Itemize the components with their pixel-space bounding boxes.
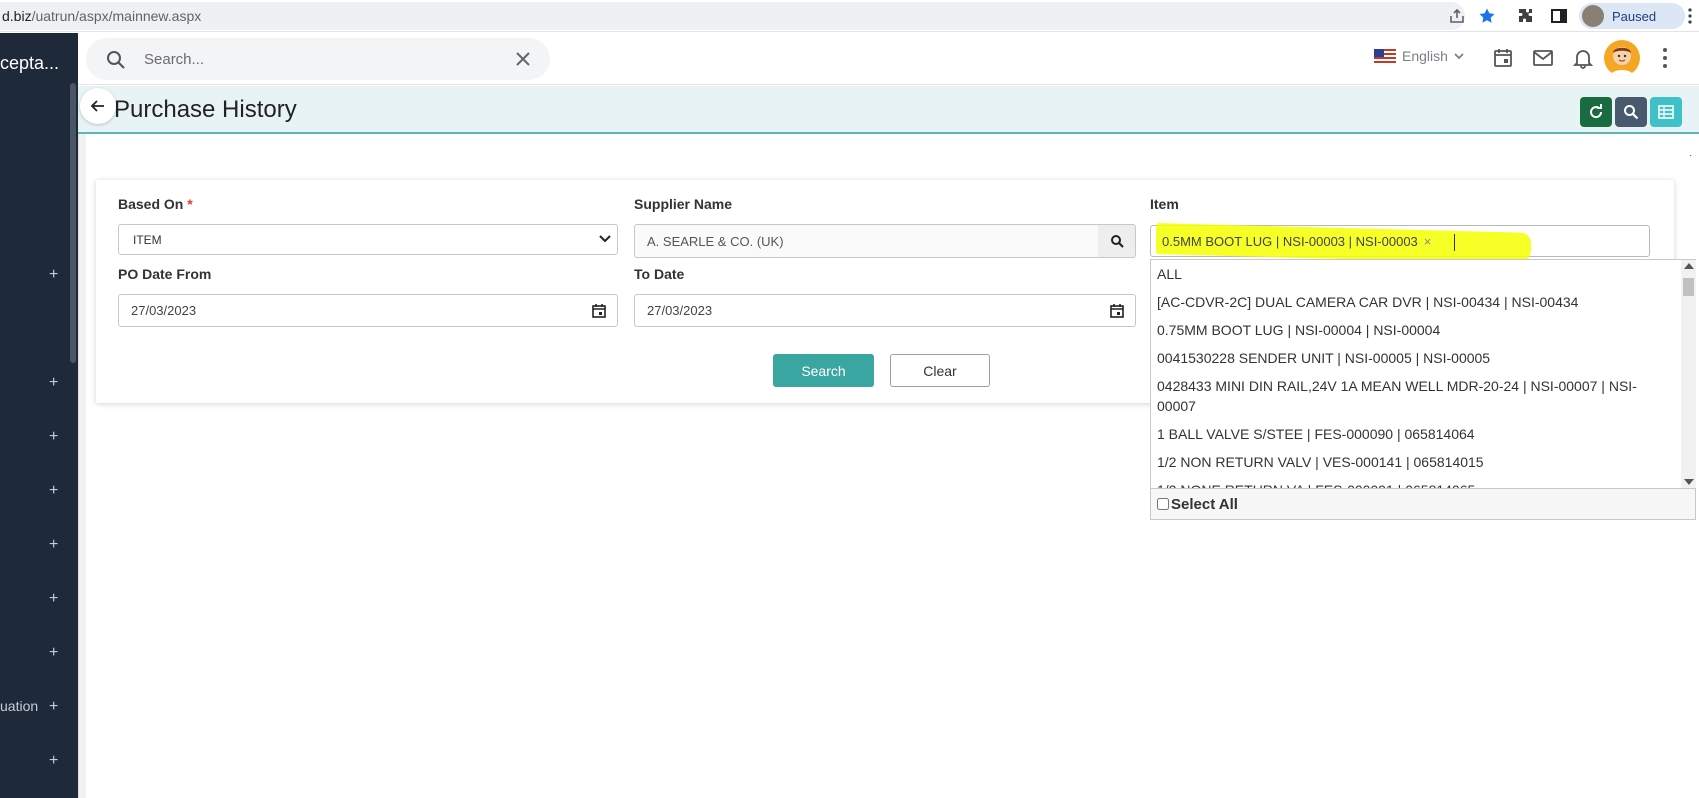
sidebar-expand-icon[interactable]: + (49, 482, 58, 500)
search-input[interactable] (144, 49, 474, 69)
search-button[interactable]: Search (773, 354, 874, 387)
item-label: Item (1150, 196, 1179, 212)
profile-button[interactable]: Paused (1579, 3, 1685, 29)
more-options-icon[interactable] (1662, 47, 1668, 69)
supplier-input[interactable]: A. SEARLE & CO. (UK) (634, 224, 1099, 258)
to-date-value: 27/03/2023 (647, 303, 713, 318)
scroll-up-icon[interactable] (1684, 263, 1694, 269)
to-date-input[interactable]: 27/03/2023 (634, 294, 1136, 327)
based-on-label-text: Based On (118, 196, 184, 212)
sidebar-expand-icon[interactable]: + (49, 590, 58, 608)
refresh-icon (1590, 104, 1603, 119)
list-item[interactable]: 1/2 NON RETURN VALV | VES-000141 | 06581… (1151, 448, 1679, 476)
sidebar-item-label[interactable]: uation (0, 698, 38, 714)
calendar-icon[interactable] (1109, 303, 1125, 319)
clear-button[interactable]: Clear (890, 354, 990, 387)
star-icon[interactable] (1478, 7, 1496, 25)
url-path: /uatrun/aspx/mainnew.aspx (31, 8, 202, 24)
chevron-down-icon (599, 235, 611, 243)
dropdown-scrollbar[interactable] (1681, 260, 1696, 488)
bell-icon[interactable] (1572, 47, 1594, 69)
required-mark: * (187, 196, 193, 212)
supplier-value: A. SEARLE & CO. (UK) (647, 233, 784, 249)
search-icon (1110, 235, 1124, 248)
list-item[interactable]: [AC-CDVR-2C] DUAL CAMERA CAR DVR | NSI-0… (1151, 288, 1679, 316)
search-icon (1624, 105, 1639, 120)
based-on-select[interactable]: ITEM (118, 224, 618, 255)
language-selector[interactable]: English (1374, 48, 1464, 64)
arrow-left-icon (90, 100, 104, 112)
url-host: d.biz (2, 8, 32, 24)
scrollbar-thumb[interactable] (1683, 278, 1694, 296)
share-icon[interactable] (1448, 7, 1466, 25)
language-label: English (1402, 48, 1448, 64)
scroll-down-icon[interactable] (1684, 479, 1694, 485)
side-panel-icon[interactable] (1550, 7, 1568, 25)
select-all-row: Select All (1151, 488, 1695, 519)
us-flag-icon (1374, 49, 1396, 63)
list-item[interactable]: 1/2 NONE RETURN VA | FES-000091 | 065814… (1151, 476, 1679, 488)
grid-view-button[interactable] (1650, 97, 1682, 127)
profile-status: Paused (1612, 8, 1657, 24)
selected-item-tag[interactable]: 0.5MM BOOT LUG | NSI-00003 | NSI-00003 × (1162, 234, 1431, 249)
profile-avatar (1582, 5, 1604, 27)
sidebar-expand-icon[interactable]: + (49, 752, 58, 770)
list-item[interactable]: ALL (1151, 260, 1679, 288)
sidebar-expand-icon[interactable]: + (49, 266, 58, 284)
chevron-down-icon (1454, 53, 1464, 60)
search-icon (107, 51, 125, 69)
list-item[interactable]: 1 BALL VALVE S/STEE | FES-000090 | 06581… (1151, 420, 1679, 448)
page-title: Purchase History (114, 96, 297, 123)
address-bar[interactable]: d.biz/uatrun/aspx/mainnew.aspx (0, 2, 1465, 30)
po-date-from-value: 27/03/2023 (131, 303, 197, 318)
corner-mark: · (1689, 150, 1693, 161)
app-title: cepta... (0, 53, 60, 73)
select-all-label[interactable]: Select All (1171, 496, 1238, 513)
global-search (86, 38, 550, 80)
close-icon[interactable] (514, 50, 532, 68)
sidebar-scrollbar[interactable] (70, 83, 76, 363)
user-face-icon (1610, 47, 1634, 76)
supplier-search-button[interactable] (1098, 224, 1136, 258)
sidebar-expand-icon[interactable]: + (49, 536, 58, 554)
content-scrollbar[interactable] (78, 134, 86, 798)
calendar-icon[interactable] (1492, 47, 1514, 69)
based-on-value: ITEM (133, 232, 162, 247)
browser-toolbar: d.biz/uatrun/aspx/mainnew.aspx Paused (0, 0, 1699, 32)
sidebar-expand-icon[interactable]: + (49, 428, 58, 446)
sidebar-expand-icon[interactable]: + (49, 698, 58, 716)
supplier-label: Supplier Name (634, 196, 733, 212)
list-item[interactable]: 0041530228 SENDER UNIT | NSI-00005 | NSI… (1151, 344, 1679, 372)
tag-remove-icon[interactable]: × (1424, 234, 1432, 249)
po-date-from-label: PO Date From (118, 266, 212, 282)
calendar-icon[interactable] (591, 303, 607, 319)
mail-icon[interactable] (1532, 47, 1554, 69)
selected-item-text: 0.5MM BOOT LUG | NSI-00003 | NSI-00003 (1162, 234, 1418, 249)
item-dropdown: ALL [AC-CDVR-2C] DUAL CAMERA CAR DVR | N… (1150, 259, 1696, 520)
search-toggle-button[interactable] (1615, 97, 1647, 127)
refresh-button[interactable] (1580, 97, 1612, 127)
sidebar-expand-icon[interactable]: + (49, 374, 58, 392)
based-on-label: Based On * (118, 196, 193, 212)
sidebar: cepta... + + + + + + + uation + + (0, 33, 78, 798)
item-option-list[interactable]: ALL [AC-CDVR-2C] DUAL CAMERA CAR DVR | N… (1151, 260, 1679, 488)
text-caret (1454, 234, 1455, 251)
list-item[interactable]: 0.75MM BOOT LUG | NSI-00004 | NSI-00004 (1151, 316, 1679, 344)
to-date-label: To Date (634, 266, 685, 282)
app-header: English (78, 33, 1699, 85)
list-item[interactable]: 0428433 MINI DIN RAIL,24V 1A MEAN WELL M… (1151, 372, 1679, 420)
back-button[interactable] (80, 88, 116, 124)
browser-menu-icon[interactable] (1688, 8, 1692, 24)
sidebar-expand-icon[interactable]: + (49, 644, 58, 662)
po-date-from-input[interactable]: 27/03/2023 (118, 294, 618, 327)
user-avatar[interactable] (1604, 40, 1640, 76)
select-all-checkbox[interactable] (1157, 498, 1169, 510)
extensions-icon[interactable] (1517, 7, 1535, 25)
page-title-bar: Purchase History (78, 86, 1699, 134)
table-icon (1658, 105, 1674, 119)
